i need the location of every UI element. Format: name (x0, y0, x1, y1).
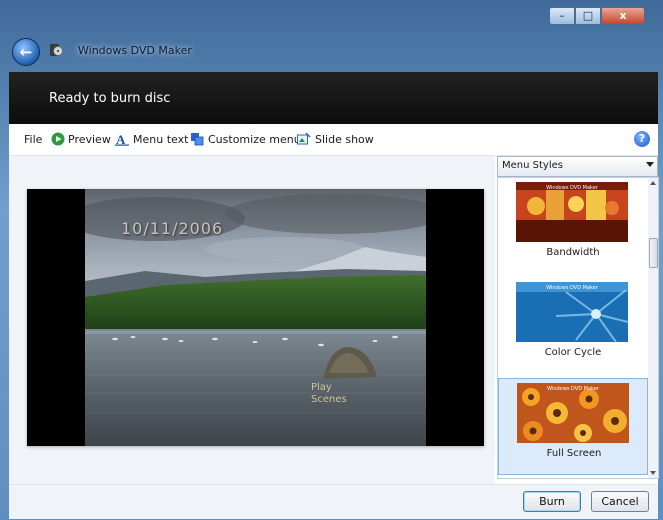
dvd-maker-app-icon (50, 44, 63, 56)
thumbnail-title: Windows DVD Maker (547, 386, 599, 392)
color-cycle-thumbnail: Windows DVD Maker (516, 282, 628, 342)
back-button[interactable]: ← (12, 38, 40, 66)
status-text: Ready to burn disc (49, 91, 171, 106)
preview-button[interactable]: Preview (68, 133, 111, 146)
dvd-maker-window: ← Windows DVD Maker – □ x Ready to burn … (0, 0, 663, 520)
slide-show-button[interactable]: Slide show (315, 133, 374, 146)
menu-styles-scrollbar[interactable] (648, 177, 659, 479)
menu-style-item[interactable]: Windows DVD Maker Color Cycle (498, 278, 648, 375)
menu-styles-list: Windows DVD Maker Bandwidth Windows DVD … (497, 177, 649, 479)
preview-icon (51, 132, 65, 146)
cancel-button[interactable]: Cancel (591, 491, 649, 512)
menu-preview-player: 10/11/2006 Play Scenes (27, 189, 484, 446)
menu-styles-dropdown[interactable]: Menu Styles (497, 156, 658, 177)
thumbnail-title: Windows DVD Maker (546, 285, 598, 291)
window-title: Windows DVD Maker (78, 44, 192, 57)
window-controls: – □ x (549, 7, 645, 25)
play-label: Play (311, 382, 332, 393)
menu-background-image: 10/11/2006 Play Scenes (85, 189, 426, 446)
scroll-down-arrow-icon[interactable] (650, 471, 656, 475)
scenes-label: Scenes (311, 394, 347, 405)
bandwidth-thumbnail: Windows DVD Maker (516, 182, 628, 242)
menu-style-item-selected[interactable]: Windows DVD Maker Full Screen (498, 378, 648, 475)
title-bar: ← Windows DVD Maker – □ x (0, 0, 663, 72)
minimize-button[interactable]: – (549, 7, 575, 25)
menu-styles-panel: Menu Styles Windows DVD Maker Bandwidth … (497, 156, 659, 484)
main-content: File Preview A Menu text Customize menu (9, 124, 659, 519)
style-label-full-screen: Full Screen (546, 448, 602, 459)
action-bar: Burn Cancel (9, 484, 658, 519)
scrollbar-thumb[interactable] (649, 238, 658, 268)
menu-text-button[interactable]: Menu text (133, 133, 188, 146)
menu-styles-dropdown-label: Menu Styles (502, 160, 563, 171)
thumbnail-title: Windows DVD Maker (546, 185, 598, 191)
chevron-down-icon (646, 162, 654, 167)
preview-pane: 10/11/2006 Play Scenes (9, 156, 495, 484)
burn-button[interactable]: Burn (523, 491, 581, 512)
help-icon[interactable]: ? (634, 131, 650, 147)
full-screen-thumbnail: Windows DVD Maker (517, 383, 629, 443)
style-label-bandwidth: Bandwidth (546, 247, 600, 258)
status-header: Ready to burn disc (9, 72, 658, 124)
customize-menu-button[interactable]: Customize menu (208, 133, 301, 146)
close-button[interactable]: x (601, 7, 645, 25)
scroll-up-arrow-icon[interactable] (650, 181, 656, 185)
play-scenes-menu-text[interactable]: Play Scenes (311, 382, 347, 406)
file-menu[interactable]: File (24, 133, 42, 146)
menu-style-item[interactable]: Windows DVD Maker Bandwidth (498, 178, 648, 275)
svg-text:A: A (116, 132, 126, 146)
menu-text-icon: A (115, 132, 129, 146)
menu-title-date: 10/11/2006 (121, 219, 224, 238)
maximize-button[interactable]: □ (575, 7, 601, 25)
toolbar: File Preview A Menu text Customize menu (9, 124, 658, 156)
customize-menu-icon (191, 133, 204, 146)
slide-show-icon (297, 132, 311, 145)
style-label-color-cycle: Color Cycle (544, 347, 602, 358)
